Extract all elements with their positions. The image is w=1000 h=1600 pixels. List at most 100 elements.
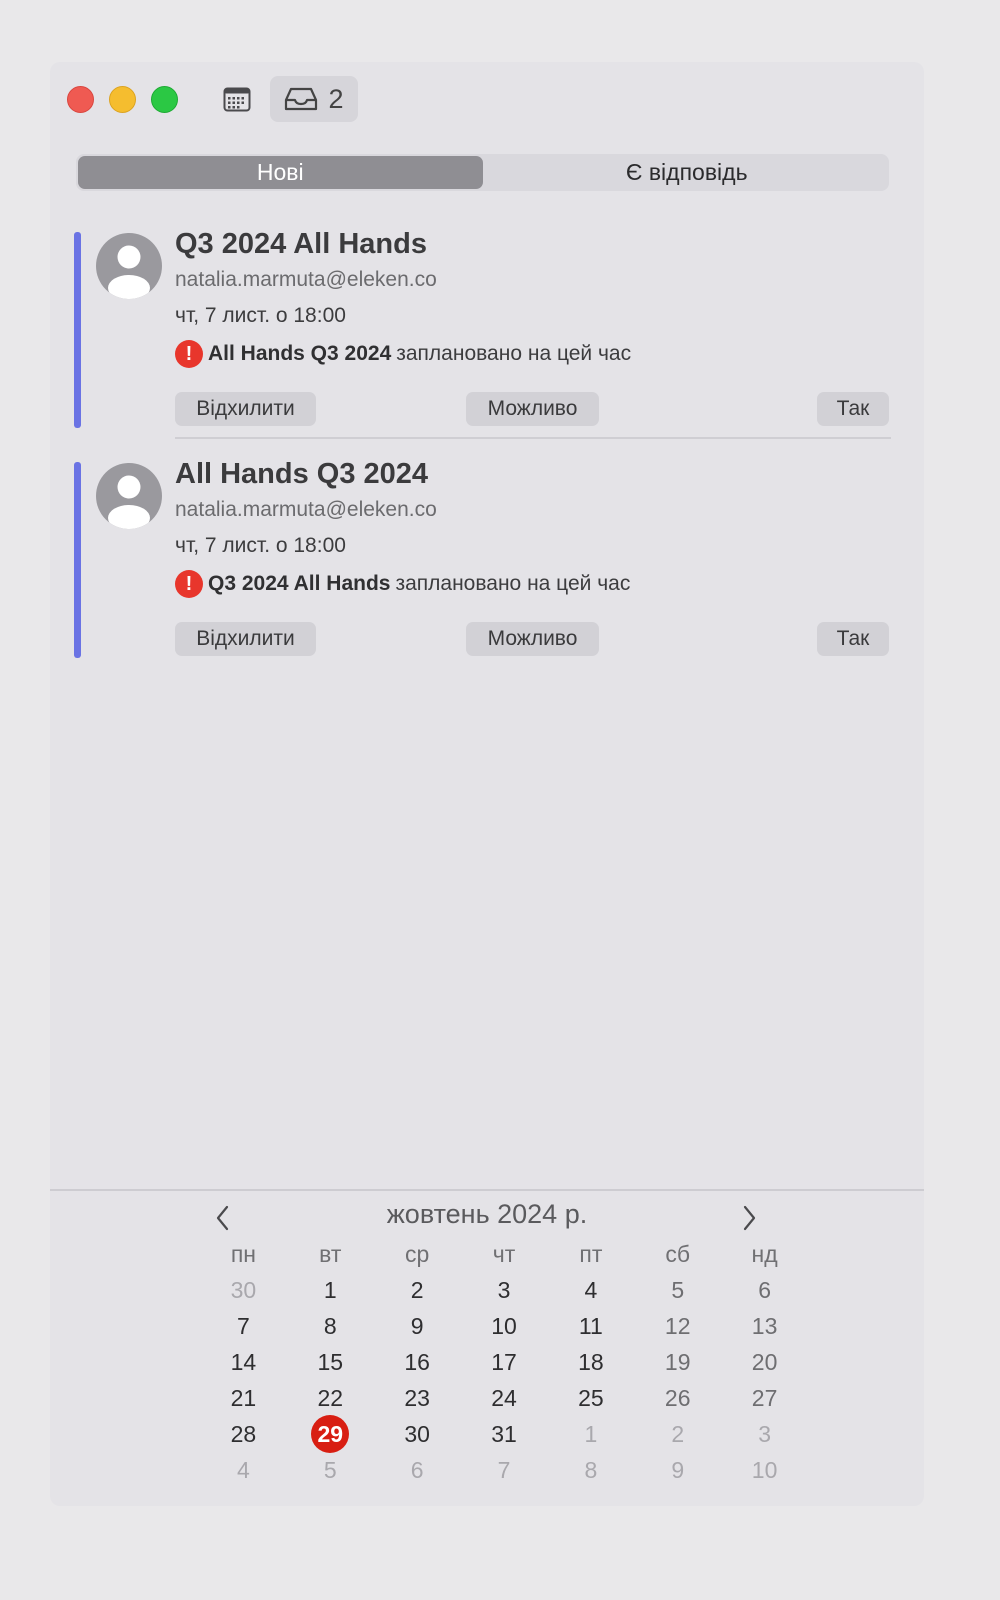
calendar-day[interactable]: 6 [374,1452,461,1488]
decline-button[interactable]: Відхилити [175,622,316,656]
calendar-day[interactable]: 10 [461,1308,548,1344]
calendar-day[interactable]: 10 [721,1452,808,1488]
person-avatar-icon [96,463,162,529]
tab-new[interactable]: Нові [78,156,483,189]
weekday-label: пт [579,1240,603,1267]
calendar-divider [50,1189,924,1191]
conflict-event-name: All Hands Q3 2024 [208,342,392,365]
calendar-color-bar [74,462,81,658]
calendar-day[interactable]: 12 [634,1308,721,1344]
calendar-day[interactable]: 23 [374,1380,461,1416]
calendar-day[interactable]: 6 [721,1272,808,1308]
calendar-day[interactable]: 3 [461,1272,548,1308]
calendar-day[interactable]: 20 [721,1344,808,1380]
mini-calendar-header: жовтень 2024 р. [50,1195,924,1235]
conflict-warning: ! Q3 2024 All Hands заплановано на цей ч… [175,570,630,598]
calendar-day-today[interactable]: 29 [287,1415,374,1453]
maybe-button[interactable]: Можливо [466,622,599,656]
calendar-icon [223,87,251,112]
invitation-item[interactable]: All Hands Q3 2024 natalia.marmuta@eleken… [50,458,924,658]
inbox-count: 2 [328,83,344,114]
conflict-event-name: Q3 2024 All Hands [208,572,391,595]
decline-button[interactable]: Відхилити [175,392,316,426]
calendar-day[interactable]: 11 [547,1308,634,1344]
calendar-day[interactable]: 9 [374,1308,461,1344]
calendar-day[interactable]: 7 [461,1452,548,1488]
maybe-button[interactable]: Можливо [466,392,599,426]
calendar-day[interactable]: 9 [634,1452,721,1488]
calendar-week-row: 14 15 16 17 18 19 20 [200,1344,808,1380]
calendar-day[interactable]: 28 [200,1416,287,1452]
weekday-label: нд [751,1240,778,1267]
calendar-day[interactable]: 1 [287,1272,374,1308]
calendar-day[interactable]: 4 [200,1452,287,1488]
calendar-day[interactable]: 24 [461,1380,548,1416]
today-marker: 29 [311,1415,350,1453]
calendar-day[interactable]: 19 [634,1344,721,1380]
conflict-warning: ! All Hands Q3 2024 заплановано на цей ч… [175,340,631,368]
calendar-day[interactable]: 5 [634,1272,721,1308]
inbox-segmented-control: Нові Є відповідь [76,154,889,191]
calendar-day[interactable]: 2 [374,1272,461,1308]
calendar-day[interactable]: 18 [547,1344,634,1380]
calendar-day[interactable]: 22 [287,1380,374,1416]
close-window-button[interactable] [67,86,94,113]
next-month-button[interactable] [734,1203,764,1233]
calendar-day[interactable]: 1 [547,1416,634,1452]
tab-replied[interactable]: Є відповідь [485,154,890,191]
invitation-date: чт, 7 лист. о 18:00 [175,534,346,557]
accept-button[interactable]: Так [817,622,889,656]
calendar-day[interactable]: 16 [374,1344,461,1380]
accept-button[interactable]: Так [817,392,889,426]
invitation-divider [175,437,891,439]
organizer-email: natalia.marmuta@eleken.co [175,268,437,291]
weekday-header-row: пн вт ср чт пт сб нд [200,1236,808,1272]
weekday-label: сб [665,1240,691,1267]
weekday-label: вт [319,1240,342,1267]
calendar-day[interactable]: 15 [287,1344,374,1380]
inbox-button[interactable]: 2 [270,76,358,122]
invitation-date: чт, 7 лист. о 18:00 [175,304,346,327]
calendar-week-row: 7 8 9 10 11 12 13 [200,1308,808,1344]
calendar-week-row: 30 1 2 3 4 5 6 [200,1272,808,1308]
calendar-day[interactable]: 2 [634,1416,721,1452]
calendar-day[interactable]: 27 [721,1380,808,1416]
calendar-color-bar [74,232,81,428]
organizer-email: natalia.marmuta@eleken.co [175,498,437,521]
calendar-day[interactable]: 8 [287,1308,374,1344]
calendar-day[interactable]: 30 [200,1272,287,1308]
zoom-window-button[interactable] [151,86,178,113]
invitation-title: Q3 2024 All Hands [175,228,427,260]
weekday-label: ср [405,1240,430,1267]
month-title: жовтень 2024 р. [386,1199,588,1229]
conflict-text: заплановано на цей час [396,342,632,365]
calendar-day[interactable]: 5 [287,1452,374,1488]
calendar-day[interactable]: 21 [200,1380,287,1416]
calendar-day[interactable]: 30 [374,1416,461,1452]
calendar-day[interactable]: 14 [200,1344,287,1380]
calendar-week-row: 28 29 30 31 1 2 3 [200,1415,808,1453]
calendar-day[interactable]: 26 [634,1380,721,1416]
calendar-day[interactable]: 25 [547,1380,634,1416]
weekday-label: чт [492,1240,516,1267]
calendar-view-button[interactable] [222,84,252,114]
inbox-tray-icon [285,87,318,111]
invitation-title: All Hands Q3 2024 [175,458,429,490]
person-avatar-icon [96,233,162,299]
calendar-week-row: 4 5 6 7 8 9 10 [200,1452,808,1488]
calendar-day[interactable]: 3 [721,1416,808,1452]
exclamation-icon: ! [175,340,203,368]
calendar-day[interactable]: 31 [461,1416,548,1452]
calendar-day[interactable]: 4 [547,1272,634,1308]
title-bar: 2 [50,62,924,136]
calendar-day[interactable]: 13 [721,1308,808,1344]
calendar-day[interactable]: 7 [200,1308,287,1344]
chevron-right-icon [743,1205,756,1231]
minimize-window-button[interactable] [109,86,136,113]
invitation-item[interactable]: Q3 2024 All Hands natalia.marmuta@eleken… [50,228,924,428]
calendar-inbox-window: 2 Нові Є відповідь Q3 2024 All Hands nat… [50,62,924,1506]
calendar-day[interactable]: 17 [461,1344,548,1380]
calendar-day[interactable]: 8 [547,1452,634,1488]
mini-calendar-grid: пн вт ср чт пт сб нд 30 1 2 3 4 5 6 7 8 9 10 11 12 13 14 15 16… [200,1236,808,1488]
calendar-week-row: 21 22 23 24 25 26 27 [200,1380,808,1416]
